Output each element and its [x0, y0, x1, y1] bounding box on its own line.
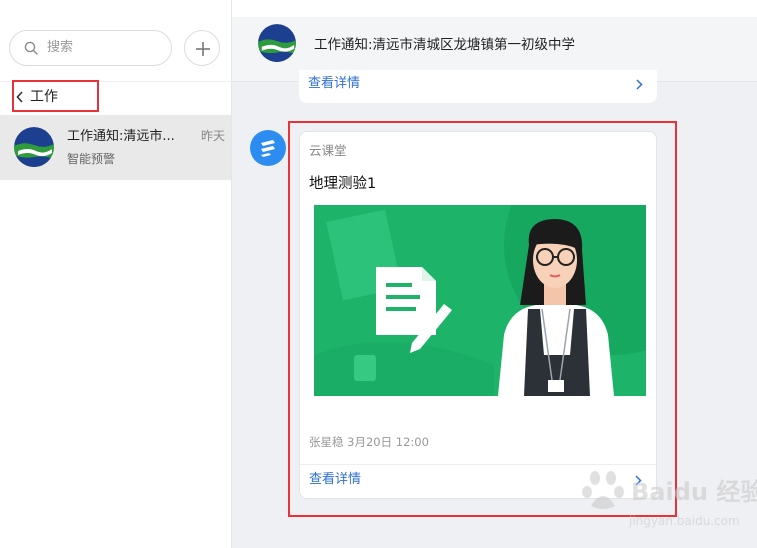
bot-avatar — [250, 130, 286, 166]
conversation-subtitle: 智能预警 — [67, 152, 116, 166]
view-details-link[interactable]: 查看详情 — [308, 76, 360, 92]
chevron-left-icon — [16, 91, 23, 103]
watermark-text: Baidu 经验 — [631, 478, 757, 506]
add-button[interactable] — [184, 30, 220, 66]
baidu-watermark: Baidu 经验 jingyan.baidu.com — [581, 462, 757, 542]
plus-icon — [196, 42, 210, 56]
watermark-url: jingyan.baidu.com — [629, 514, 740, 528]
previous-message-card[interactable]: 查看详情 — [299, 70, 657, 103]
school-logo-avatar — [14, 127, 54, 167]
search-placeholder: 搜索 — [47, 40, 74, 55]
conversation-time: 昨天 — [201, 129, 226, 143]
cloud-classroom-logo-icon — [261, 140, 275, 157]
sidebar: 搜索 工作 工作通知:清远市... 智能预警 昨天 — [0, 0, 232, 548]
conversation-item[interactable]: 工作通知:清远市... 智能预警 昨天 — [0, 115, 231, 180]
chat-title: 工作通知:清远市清城区龙塘镇第一初级中学 — [314, 37, 576, 53]
annotation-highlight-frame — [288, 121, 677, 517]
back-button[interactable]: 工作 — [12, 80, 99, 112]
paw-icon — [582, 471, 624, 509]
conversation-title: 工作通知:清远市... — [67, 129, 175, 144]
top-strip — [232, 0, 757, 17]
search-input[interactable]: 搜索 — [9, 30, 172, 66]
chevron-right-icon — [636, 79, 643, 90]
search-icon — [24, 41, 38, 55]
back-label: 工作 — [30, 89, 58, 105]
school-logo-avatar — [258, 24, 296, 62]
